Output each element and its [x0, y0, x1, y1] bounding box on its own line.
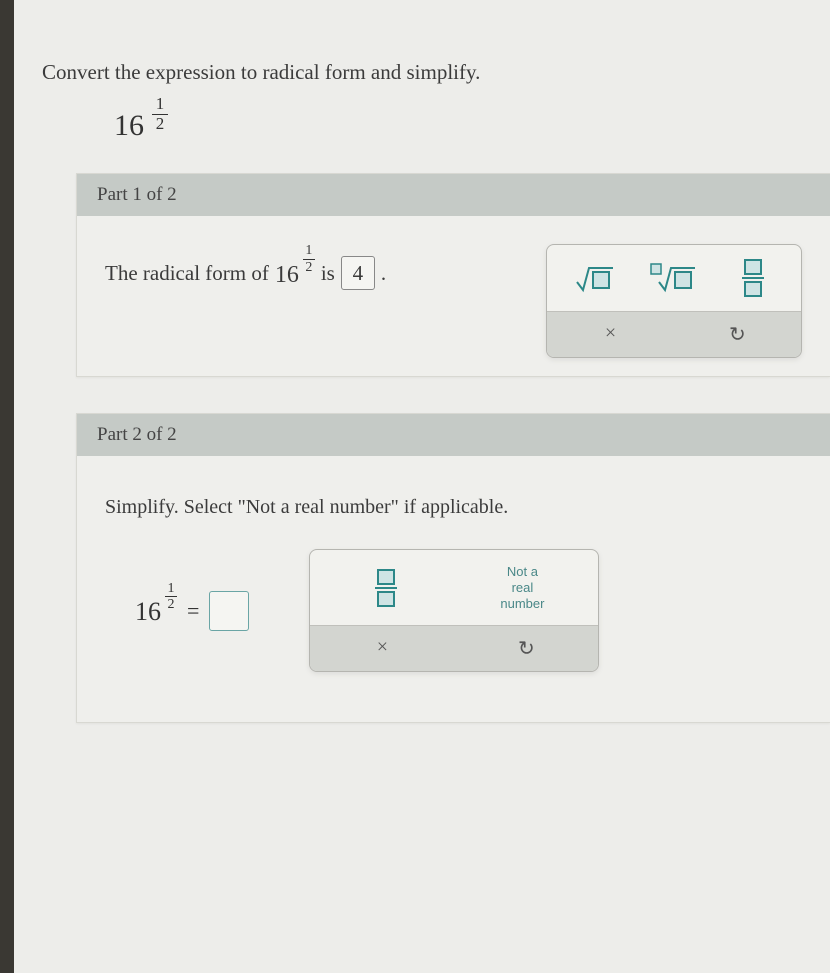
p2-exp-num: 1 — [168, 581, 175, 596]
x-icon: × — [605, 322, 616, 344]
p2-base: 16 — [135, 597, 161, 627]
part1-toolbox: × ↺ — [546, 244, 802, 358]
toolbox2-options-row: Not a real number — [310, 550, 598, 625]
sqrt-icon — [575, 264, 615, 292]
part2-content-row: 16 1 2 = — [105, 549, 802, 672]
part2-answer-input[interactable] — [209, 591, 249, 631]
question-prompt: Convert the expression to radical form a… — [14, 60, 830, 105]
fraction-option[interactable] — [728, 259, 778, 297]
p1-exp-den: 2 — [305, 260, 312, 275]
fraction-icon — [742, 259, 764, 297]
part2-card: Part 2 of 2 Simplify. Select "Not a real… — [76, 413, 830, 723]
part2-header: Part 2 of 2 — [77, 414, 830, 456]
part1-period: . — [381, 261, 386, 286]
sqrt-option[interactable] — [570, 264, 620, 292]
p1-exp: 1 2 — [303, 243, 315, 275]
undo-button-2[interactable]: ↺ — [454, 626, 598, 671]
undo-icon-2: ↺ — [518, 636, 535, 661]
toolbox-actions: × ↺ — [547, 311, 801, 357]
p2-exp-den: 2 — [168, 597, 175, 612]
part2-body: Simplify. Select "Not a real number" if … — [77, 456, 830, 722]
page-edge — [0, 0, 14, 973]
p1-exp-num: 1 — [305, 243, 312, 258]
part1-body: The radical form of 16 1 2 is 4 . — [77, 216, 830, 376]
undo-button[interactable]: ↺ — [674, 312, 801, 357]
undo-icon: ↺ — [729, 322, 746, 347]
equals-sign: = — [187, 598, 199, 624]
nth-root-icon — [651, 264, 697, 292]
not-real-label: Not a real number — [500, 564, 544, 611]
part2-instruction: Simplify. Select "Not a real number" if … — [105, 496, 802, 519]
fraction-option-2[interactable] — [361, 569, 411, 607]
not-real-l3: number — [500, 596, 544, 612]
exp-denominator: 2 — [156, 115, 165, 134]
page-content: Convert the expression to radical form a… — [14, 0, 830, 973]
part1-prefix: The radical form of — [105, 261, 269, 286]
base-number: 16 — [114, 109, 144, 143]
clear-button-2[interactable]: × — [310, 626, 454, 671]
exp-numerator: 1 — [156, 95, 165, 114]
not-real-option[interactable]: Not a real number — [497, 564, 547, 611]
not-real-l2: real — [500, 580, 544, 596]
x-icon-2: × — [377, 636, 388, 658]
part2-toolbox: Not a real number × ↺ — [309, 549, 599, 672]
toolbox2-actions: × ↺ — [310, 625, 598, 671]
part1-header: Part 1 of 2 — [77, 174, 830, 216]
clear-button[interactable]: × — [547, 312, 674, 357]
part2-equation: 16 1 2 = — [135, 591, 249, 631]
part1-answer-input[interactable]: 4 — [341, 256, 375, 290]
part1-card: Part 1 of 2 The radical form of 16 1 2 i… — [76, 173, 830, 377]
main-expression: 16 1 2 — [14, 105, 830, 173]
p1-base: 16 — [275, 262, 299, 289]
part1-mid: is — [321, 261, 335, 286]
not-real-l1: Not a — [500, 564, 544, 580]
toolbox-options-row — [547, 245, 801, 311]
nth-root-option[interactable] — [649, 264, 699, 292]
fraction-icon-2 — [375, 569, 397, 607]
exponent-fraction: 1 2 — [152, 95, 168, 133]
p2-exp: 1 2 — [165, 581, 177, 613]
